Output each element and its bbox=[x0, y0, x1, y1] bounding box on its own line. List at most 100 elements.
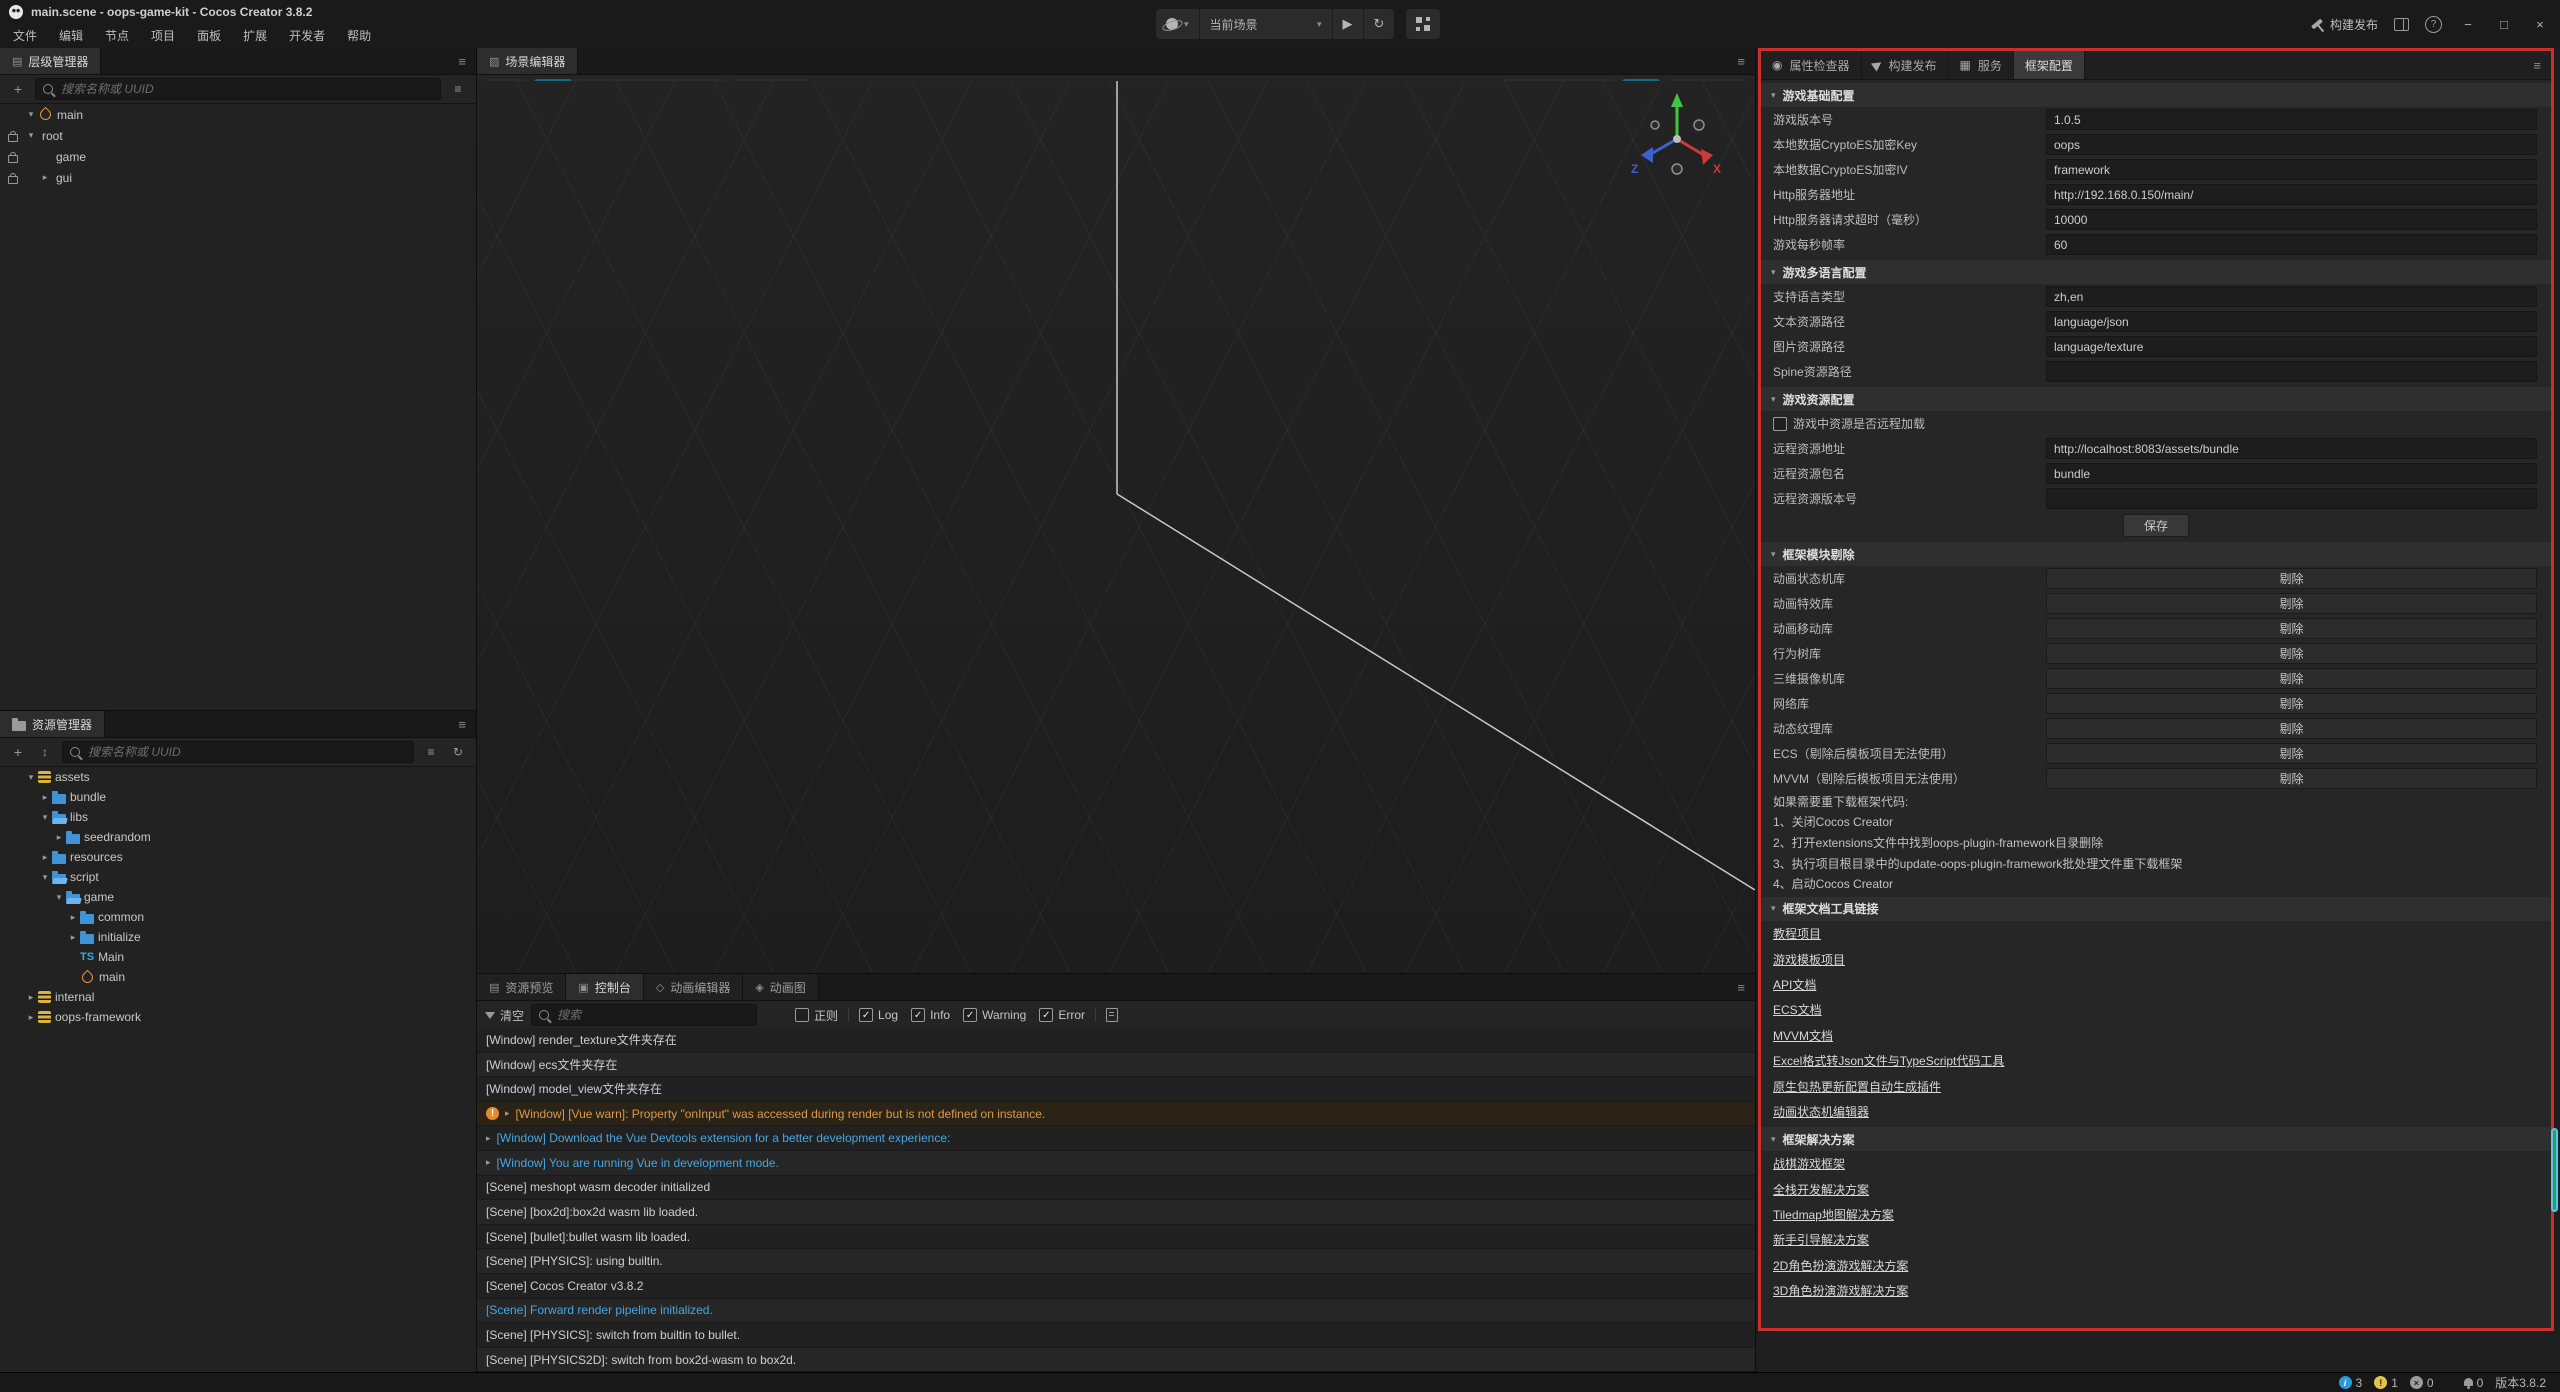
remove-module-button[interactable]: 剔除 bbox=[2046, 668, 2537, 689]
tab-服务[interactable]: ▦服务 bbox=[1949, 51, 2014, 79]
section-header-框架模块剔除[interactable]: ▾框架模块剔除 bbox=[1761, 542, 2551, 566]
filter-warning[interactable]: ✓Warning bbox=[963, 1008, 1026, 1022]
preview-device-dropdown[interactable]: ▾ bbox=[1156, 9, 1200, 39]
log-file-icon[interactable] bbox=[1106, 1008, 1118, 1022]
link-全栈开发解决方案[interactable]: 全栈开发解决方案 bbox=[1773, 1181, 1869, 1198]
field-input[interactable]: 1.0.5 bbox=[2046, 109, 2537, 130]
console-log-row[interactable]: [Scene] meshopt wasm decoder initialized bbox=[477, 1176, 1755, 1201]
section-header-框架解决方案[interactable]: ▾框架解决方案 bbox=[1761, 1127, 2551, 1151]
tree-arrow-icon[interactable]: ▸ bbox=[52, 832, 66, 843]
build-publish-button[interactable]: 构建发布 bbox=[2311, 16, 2378, 33]
tree-arrow-icon[interactable]: ▸ bbox=[38, 852, 52, 863]
notification-count[interactable]: 0 bbox=[2464, 1376, 2484, 1390]
filter-info[interactable]: ✓Info bbox=[911, 1008, 950, 1022]
section-header-游戏多语言配置[interactable]: ▾游戏多语言配置 bbox=[1761, 260, 2551, 284]
field-input[interactable]: 10000 bbox=[2046, 209, 2537, 230]
remove-module-button[interactable]: 剔除 bbox=[2046, 768, 2537, 789]
panel-menu-icon[interactable]: ≡ bbox=[448, 48, 476, 74]
maximize-button[interactable]: □ bbox=[2494, 17, 2514, 32]
field-input[interactable] bbox=[2046, 488, 2537, 509]
field-input[interactable]: bundle bbox=[2046, 463, 2537, 484]
tree-arrow-icon[interactable]: ▸ bbox=[66, 932, 80, 943]
console-log-row[interactable]: !▸[Window] [Vue warn]: Property "onInput… bbox=[477, 1102, 1755, 1127]
link-2D角色扮演游戏解决方案[interactable]: 2D角色扮演游戏解决方案 bbox=[1773, 1257, 1908, 1274]
remove-module-button[interactable]: 剔除 bbox=[2046, 618, 2537, 639]
close-button[interactable]: × bbox=[2530, 17, 2550, 32]
filter-type-icon[interactable]: ≡ bbox=[448, 78, 468, 100]
console-log-row[interactable]: [Window] model_view文件夹存在 bbox=[477, 1077, 1755, 1102]
console-log-row[interactable]: [Scene] [PHYSICS]: switch from builtin t… bbox=[477, 1323, 1755, 1348]
panel-menu-icon[interactable]: ≡ bbox=[2523, 51, 2551, 79]
console-log-row[interactable]: ▸[Window] You are running Vue in develop… bbox=[477, 1151, 1755, 1176]
link-新手引导解决方案[interactable]: 新手引导解决方案 bbox=[1773, 1231, 1869, 1248]
asset-node-libs[interactable]: ▾libs bbox=[0, 807, 476, 827]
menu-item-面板[interactable]: 面板 bbox=[186, 24, 232, 46]
expand-arrow-icon[interactable]: ▸ bbox=[486, 1133, 491, 1144]
asset-node-initialize[interactable]: ▸initialize bbox=[0, 927, 476, 947]
console-log-row[interactable]: [Window] ecs文件夹存在 bbox=[477, 1053, 1755, 1078]
remove-module-button[interactable]: 剔除 bbox=[2046, 593, 2537, 614]
layout-icon[interactable] bbox=[2394, 18, 2409, 31]
panel-menu-icon[interactable]: ≡ bbox=[448, 711, 476, 737]
field-input[interactable] bbox=[2046, 361, 2537, 382]
hierarchy-node-root[interactable]: ▾root bbox=[0, 125, 476, 146]
field-input[interactable]: framework bbox=[2046, 159, 2537, 180]
console-log-row[interactable]: [Scene] Forward render pipeline initiali… bbox=[477, 1299, 1755, 1324]
refresh-button[interactable]: ↻ bbox=[1364, 9, 1395, 39]
right-panel-scrollbar-thumb[interactable] bbox=[2551, 1128, 2558, 1212]
orientation-gizmo[interactable]: X Z bbox=[1629, 91, 1725, 187]
panel-menu-icon[interactable]: ≡ bbox=[1727, 974, 1755, 1000]
asset-node-internal[interactable]: ▸internal bbox=[0, 987, 476, 1007]
sort-icon[interactable]: ↕ bbox=[35, 741, 55, 763]
scene-viewport[interactable]: X Z bbox=[477, 81, 1755, 973]
save-button[interactable]: 保存 bbox=[2123, 514, 2189, 537]
field-input[interactable]: 60 bbox=[2046, 234, 2537, 255]
create-node-button[interactable]: + bbox=[8, 78, 28, 100]
tab-动画图[interactable]: ◈动画图 bbox=[743, 974, 818, 1000]
console-log-row[interactable]: [Scene] [box2d]:box2d wasm lib loaded. bbox=[477, 1200, 1755, 1225]
tree-arrow-icon[interactable]: ▾ bbox=[24, 109, 38, 120]
checkbox-icon[interactable] bbox=[1773, 417, 1787, 431]
link-动画状态机编辑器[interactable]: 动画状态机编辑器 bbox=[1773, 1103, 1869, 1120]
help-icon[interactable]: ? bbox=[2425, 16, 2442, 33]
warning-count[interactable]: ! 1 bbox=[2374, 1376, 2398, 1390]
section-header-游戏资源配置[interactable]: ▾游戏资源配置 bbox=[1761, 387, 2551, 411]
console-log-row[interactable]: [Scene] [bullet]:bullet wasm lib loaded. bbox=[477, 1225, 1755, 1250]
asset-node-seedrandom[interactable]: ▸seedrandom bbox=[0, 827, 476, 847]
asset-node-resources[interactable]: ▸resources bbox=[0, 847, 476, 867]
tab-框架配置[interactable]: 框架配置 bbox=[2014, 51, 2085, 79]
remove-module-button[interactable]: 剔除 bbox=[2046, 643, 2537, 664]
link-ECS文档[interactable]: ECS文档 bbox=[1773, 1001, 1822, 1018]
tab-资源预览[interactable]: ▤资源预览 bbox=[477, 974, 566, 1000]
remove-module-button[interactable]: 剔除 bbox=[2046, 693, 2537, 714]
field-input[interactable]: language/texture bbox=[2046, 336, 2537, 357]
tree-arrow-icon[interactable]: ▾ bbox=[38, 812, 52, 823]
tree-arrow-icon[interactable]: ▸ bbox=[24, 1012, 38, 1023]
hierarchy-node-main[interactable]: ▾main bbox=[0, 104, 476, 125]
section-header-框架文档工具链接[interactable]: ▾框架文档工具链接 bbox=[1761, 897, 2551, 921]
menu-item-扩展[interactable]: 扩展 bbox=[232, 24, 278, 46]
play-button[interactable]: ▶ bbox=[1333, 9, 1364, 39]
info-count[interactable]: i 3 bbox=[2339, 1376, 2363, 1390]
refresh-icon[interactable]: ↻ bbox=[448, 741, 468, 763]
asset-node-script[interactable]: ▾script bbox=[0, 867, 476, 887]
link-API文档[interactable]: API文档 bbox=[1773, 976, 1816, 993]
tree-arrow-icon[interactable]: ▸ bbox=[38, 792, 52, 803]
remove-module-button[interactable]: 剔除 bbox=[2046, 568, 2537, 589]
tree-arrow-icon[interactable]: ▾ bbox=[24, 130, 38, 141]
expand-arrow-icon[interactable]: ▸ bbox=[505, 1108, 510, 1119]
tab-hierarchy[interactable]: ▤ 层级管理器 bbox=[0, 48, 101, 74]
tree-arrow-icon[interactable]: ▾ bbox=[24, 772, 38, 783]
console-search-input[interactable] bbox=[555, 1007, 749, 1023]
tab-assets[interactable]: 资源管理器 bbox=[0, 711, 105, 737]
asset-node-main[interactable]: main bbox=[0, 967, 476, 987]
hierarchy-node-gui[interactable]: ▸gui bbox=[0, 167, 476, 188]
filter-list-icon[interactable]: ≡ bbox=[421, 741, 441, 763]
asset-node-assets[interactable]: ▾assets bbox=[0, 767, 476, 787]
scene-select-dropdown[interactable]: 当前场景 ▾ bbox=[1200, 9, 1333, 39]
clear-console-button[interactable]: 清空 bbox=[485, 1007, 524, 1024]
tab-动画编辑器[interactable]: ◇动画编辑器 bbox=[644, 974, 743, 1000]
link-游戏模板项目[interactable]: 游戏模板项目 bbox=[1773, 951, 1845, 968]
menu-item-文件[interactable]: 文件 bbox=[2, 24, 48, 46]
tab-控制台[interactable]: ▣控制台 bbox=[566, 974, 643, 1000]
